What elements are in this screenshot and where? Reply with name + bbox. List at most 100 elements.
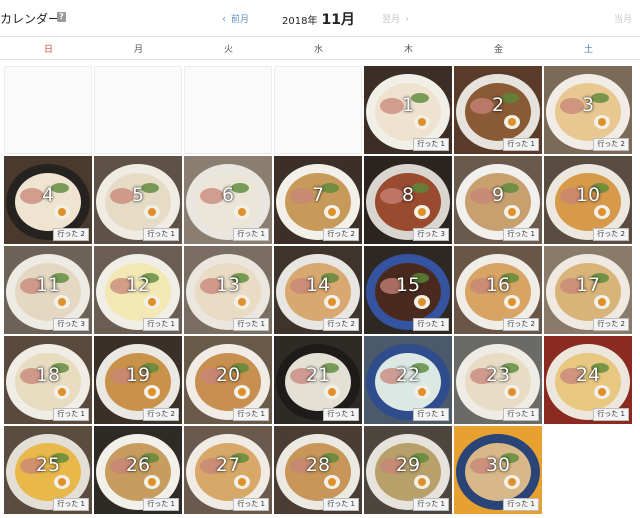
page-title: カレンダー: [0, 12, 61, 26]
calendar-day-cell[interactable]: 21 行った 1: [274, 336, 362, 424]
next-month-link[interactable]: 翌月 ›: [382, 12, 409, 25]
help-icon[interactable]: ?: [57, 12, 66, 22]
visit-count-badge: 行った 1: [233, 408, 269, 421]
calendar-day-cell[interactable]: 7 行った 2: [274, 156, 362, 244]
day-number: 22: [395, 364, 421, 386]
calendar-day-cell[interactable]: 2 行った 1: [454, 66, 542, 154]
day-number: 27: [215, 454, 241, 476]
calendar-day-cell[interactable]: 14 行った 2: [274, 246, 362, 334]
visit-count-badge: 行った 1: [233, 318, 269, 331]
day-number: 23: [485, 364, 511, 386]
calendar-day-cell[interactable]: 29 行った 1: [364, 426, 452, 514]
visit-count-badge: 行った 2: [323, 318, 359, 331]
day-number: 17: [575, 274, 601, 296]
visit-count-badge: 行った 1: [53, 498, 89, 511]
visit-count-badge: 行った 1: [323, 498, 359, 511]
day-number: 3: [581, 94, 595, 116]
empty-day-cell: [274, 66, 362, 154]
day-number: 8: [401, 184, 415, 206]
visit-count-badge: 行った 1: [413, 318, 449, 331]
day-number: 16: [485, 274, 511, 296]
calendar-day-cell[interactable]: 28 行った 1: [274, 426, 362, 514]
day-number: 18: [35, 364, 61, 386]
visit-count-badge: 行った 1: [143, 228, 179, 241]
day-number: 24: [575, 364, 601, 386]
day-number: 1: [401, 94, 415, 116]
visit-count-badge: 行った 2: [593, 228, 629, 241]
day-number: 25: [35, 454, 61, 476]
calendar-day-cell[interactable]: 11 行った 3: [4, 246, 92, 334]
visit-count-badge: 行った 2: [593, 138, 629, 151]
day-number: 20: [215, 364, 241, 386]
day-number: 6: [221, 184, 235, 206]
visit-count-badge: 行った 2: [323, 228, 359, 241]
day-number: 14: [305, 274, 331, 296]
day-number: 12: [125, 274, 151, 296]
day-number: 11: [35, 274, 61, 296]
current-month-button[interactable]: 当月: [614, 12, 632, 25]
current-month: 2018年 11月: [282, 9, 355, 29]
calendar-day-cell[interactable]: 24 行った 1: [544, 336, 632, 424]
day-number: 29: [395, 454, 421, 476]
calendar-header: カレンダー ? ‹ 前月 2018年 11月 翌月 › 当月: [0, 0, 640, 36]
visit-count-badge: 行った 3: [53, 318, 89, 331]
visit-count-badge: 行った 1: [413, 498, 449, 511]
day-number: 28: [305, 454, 331, 476]
calendar-day-cell[interactable]: 22 行った 1: [364, 336, 452, 424]
calendar-day-cell[interactable]: 1 行った 1: [364, 66, 452, 154]
calendar-day-cell[interactable]: 9 行った 1: [454, 156, 542, 244]
calendar-day-cell[interactable]: 20 行った 1: [184, 336, 272, 424]
visit-count-badge: 行った 1: [503, 138, 539, 151]
calendar-day-cell[interactable]: 10 行った 2: [544, 156, 632, 244]
calendar-day-cell[interactable]: 12 行った 1: [94, 246, 182, 334]
day-number: 4: [41, 184, 55, 206]
calendar-day-cell[interactable]: 8 行った 3: [364, 156, 452, 244]
prev-month-label: 前月: [231, 15, 250, 25]
weekday-header-row: 日 月 火 水 木 金 土: [0, 36, 640, 60]
visit-count-badge: 行った 1: [233, 498, 269, 511]
visit-count-badge: 行った 1: [413, 138, 449, 151]
weekday-sat: 土: [583, 45, 593, 55]
visit-count-badge: 行った 1: [503, 408, 539, 421]
visit-count-badge: 行った 1: [503, 498, 539, 511]
visit-count-badge: 行った 2: [503, 318, 539, 331]
calendar-day-cell[interactable]: 26 行った 1: [94, 426, 182, 514]
calendar-grid: 1 行った 1 2 行った 1 3 行った 2 4 行った 2 5 行った 1 6 行った 1 7 行った…: [4, 66, 636, 514]
visit-count-badge: 行った 1: [53, 408, 89, 421]
day-number: 2: [491, 94, 505, 116]
weekday-sun: 日: [43, 45, 53, 55]
weekday-mon: 月: [133, 45, 143, 55]
day-number: 21: [305, 364, 331, 386]
calendar-day-cell[interactable]: 25 行った 1: [4, 426, 92, 514]
next-month-label: 翌月: [382, 15, 401, 25]
empty-day-cell: [94, 66, 182, 154]
calendar-day-cell[interactable]: 23 行った 1: [454, 336, 542, 424]
visit-count-badge: 行った 1: [323, 408, 359, 421]
calendar-day-cell[interactable]: 5 行った 1: [94, 156, 182, 244]
calendar-day-cell[interactable]: 3 行った 2: [544, 66, 632, 154]
calendar-day-cell[interactable]: 27 行った 1: [184, 426, 272, 514]
weekday-wed: 水: [313, 45, 323, 55]
calendar-day-cell[interactable]: 4 行った 2: [4, 156, 92, 244]
calendar-day-cell[interactable]: 18 行った 1: [4, 336, 92, 424]
calendar-day-cell[interactable]: 17 行った 2: [544, 246, 632, 334]
calendar-day-cell[interactable]: 13 行った 1: [184, 246, 272, 334]
day-number: 19: [125, 364, 151, 386]
day-number: 5: [131, 184, 145, 206]
current-month-label: 11月: [321, 12, 355, 28]
calendar-day-cell[interactable]: 16 行った 2: [454, 246, 542, 334]
visit-count-badge: 行った 3: [413, 228, 449, 241]
visit-count-badge: 行った 2: [593, 318, 629, 331]
visit-count-badge: 行った 1: [143, 318, 179, 331]
visit-count-badge: 行った 2: [143, 408, 179, 421]
calendar-day-cell[interactable]: 19 行った 2: [94, 336, 182, 424]
day-number: 30: [485, 454, 511, 476]
day-number: 10: [575, 184, 601, 206]
prev-month-link[interactable]: ‹ 前月: [222, 12, 249, 25]
visit-count-badge: 行った 1: [143, 498, 179, 511]
calendar-day-cell[interactable]: 30 行った 1: [454, 426, 542, 514]
calendar-day-cell[interactable]: 6 行った 1: [184, 156, 272, 244]
day-number: 26: [125, 454, 151, 476]
calendar-day-cell[interactable]: 15 行った 1: [364, 246, 452, 334]
weekday-fri: 金: [493, 45, 503, 55]
